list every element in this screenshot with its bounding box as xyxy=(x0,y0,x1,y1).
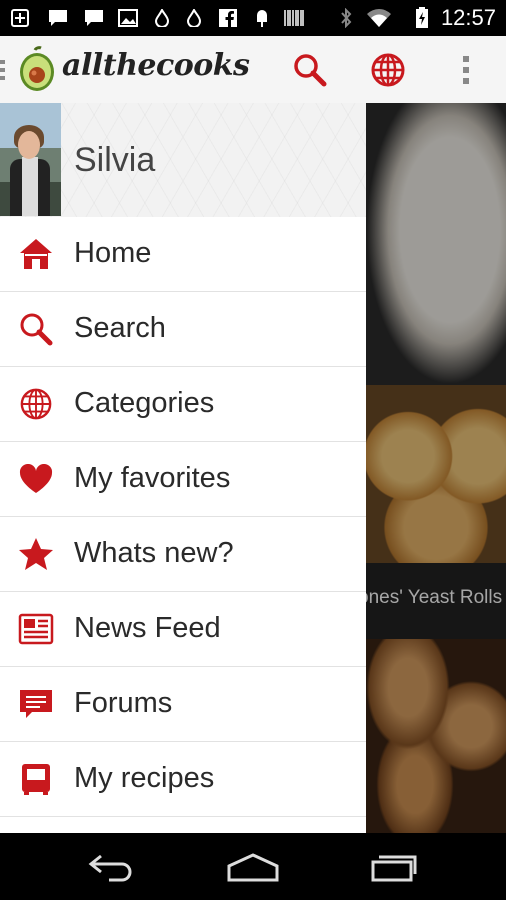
back-icon[interactable] xyxy=(82,847,142,887)
drawer-item-label: Search xyxy=(74,312,166,344)
drawer-item-forums[interactable]: Forums xyxy=(0,667,366,742)
battery-charging-icon xyxy=(414,7,430,28)
search-icon[interactable] xyxy=(288,48,332,92)
drawer-item-label: Home xyxy=(74,237,152,269)
drawer-menu: Home Search Categories My favorites What… xyxy=(0,217,366,817)
bluetooth-icon xyxy=(336,8,356,28)
drawer-indicator-icon[interactable] xyxy=(0,56,8,84)
overflow-menu-icon[interactable] xyxy=(444,48,488,92)
home-icon xyxy=(18,236,54,272)
status-bar: 12:57 xyxy=(0,0,506,36)
drawer-item-my-recipes[interactable]: My recipes xyxy=(0,742,366,817)
drawer-item-whats-new[interactable]: Whats new? xyxy=(0,517,366,592)
app-title: allthecooks xyxy=(62,48,250,83)
facebook-icon xyxy=(218,8,238,28)
drawer-item-search[interactable]: Search xyxy=(0,292,366,367)
profile-name: Silvia xyxy=(74,141,156,179)
image-icon xyxy=(118,8,138,28)
popsicle-icon xyxy=(252,8,272,28)
drawer-item-label: Forums xyxy=(74,687,173,719)
drawer-item-label: Whats new? xyxy=(74,537,234,569)
flame-icon xyxy=(184,8,204,28)
recents-icon[interactable] xyxy=(364,847,424,887)
wifi-icon xyxy=(366,8,392,28)
drawer-item-label: Categories xyxy=(74,387,215,419)
drawer-scrim[interactable] xyxy=(366,103,506,833)
drawer-item-home[interactable]: Home xyxy=(0,217,366,292)
star-icon xyxy=(18,536,54,572)
status-time: 12:57 xyxy=(440,5,496,30)
avatar[interactable] xyxy=(0,103,61,216)
barcode-icon xyxy=(284,8,304,28)
action-bar: allthecooks xyxy=(0,36,506,104)
drawer-item-label: My recipes xyxy=(74,762,215,794)
flame-icon xyxy=(152,8,172,28)
heart-icon xyxy=(18,461,54,497)
drawer-item-favorites[interactable]: My favorites xyxy=(0,442,366,517)
avatar-scarf xyxy=(22,157,38,216)
recipe-box-icon xyxy=(18,761,54,797)
drawer-item-news-feed[interactable]: News Feed xyxy=(0,592,366,667)
drawer-item-label: My favorites xyxy=(74,462,231,494)
newspaper-icon xyxy=(18,611,54,647)
avatar-face xyxy=(18,131,40,159)
drawer-item-label: News Feed xyxy=(74,612,221,644)
chat-icon xyxy=(84,8,104,28)
drawer-item-categories[interactable]: Categories xyxy=(0,367,366,442)
chat-icon xyxy=(48,8,68,28)
forum-icon xyxy=(18,686,54,722)
profile-header[interactable]: Silvia xyxy=(0,103,366,217)
search-icon xyxy=(18,311,54,347)
navigation-drawer: Silvia Home Search Categories My favorit… xyxy=(0,103,366,833)
home-nav-icon[interactable] xyxy=(223,847,283,887)
system-nav-bar xyxy=(0,833,506,900)
globe-icon[interactable] xyxy=(366,48,410,92)
avocado-logo-icon[interactable] xyxy=(18,46,56,92)
add-icon xyxy=(10,8,30,28)
globe-icon xyxy=(18,386,54,422)
